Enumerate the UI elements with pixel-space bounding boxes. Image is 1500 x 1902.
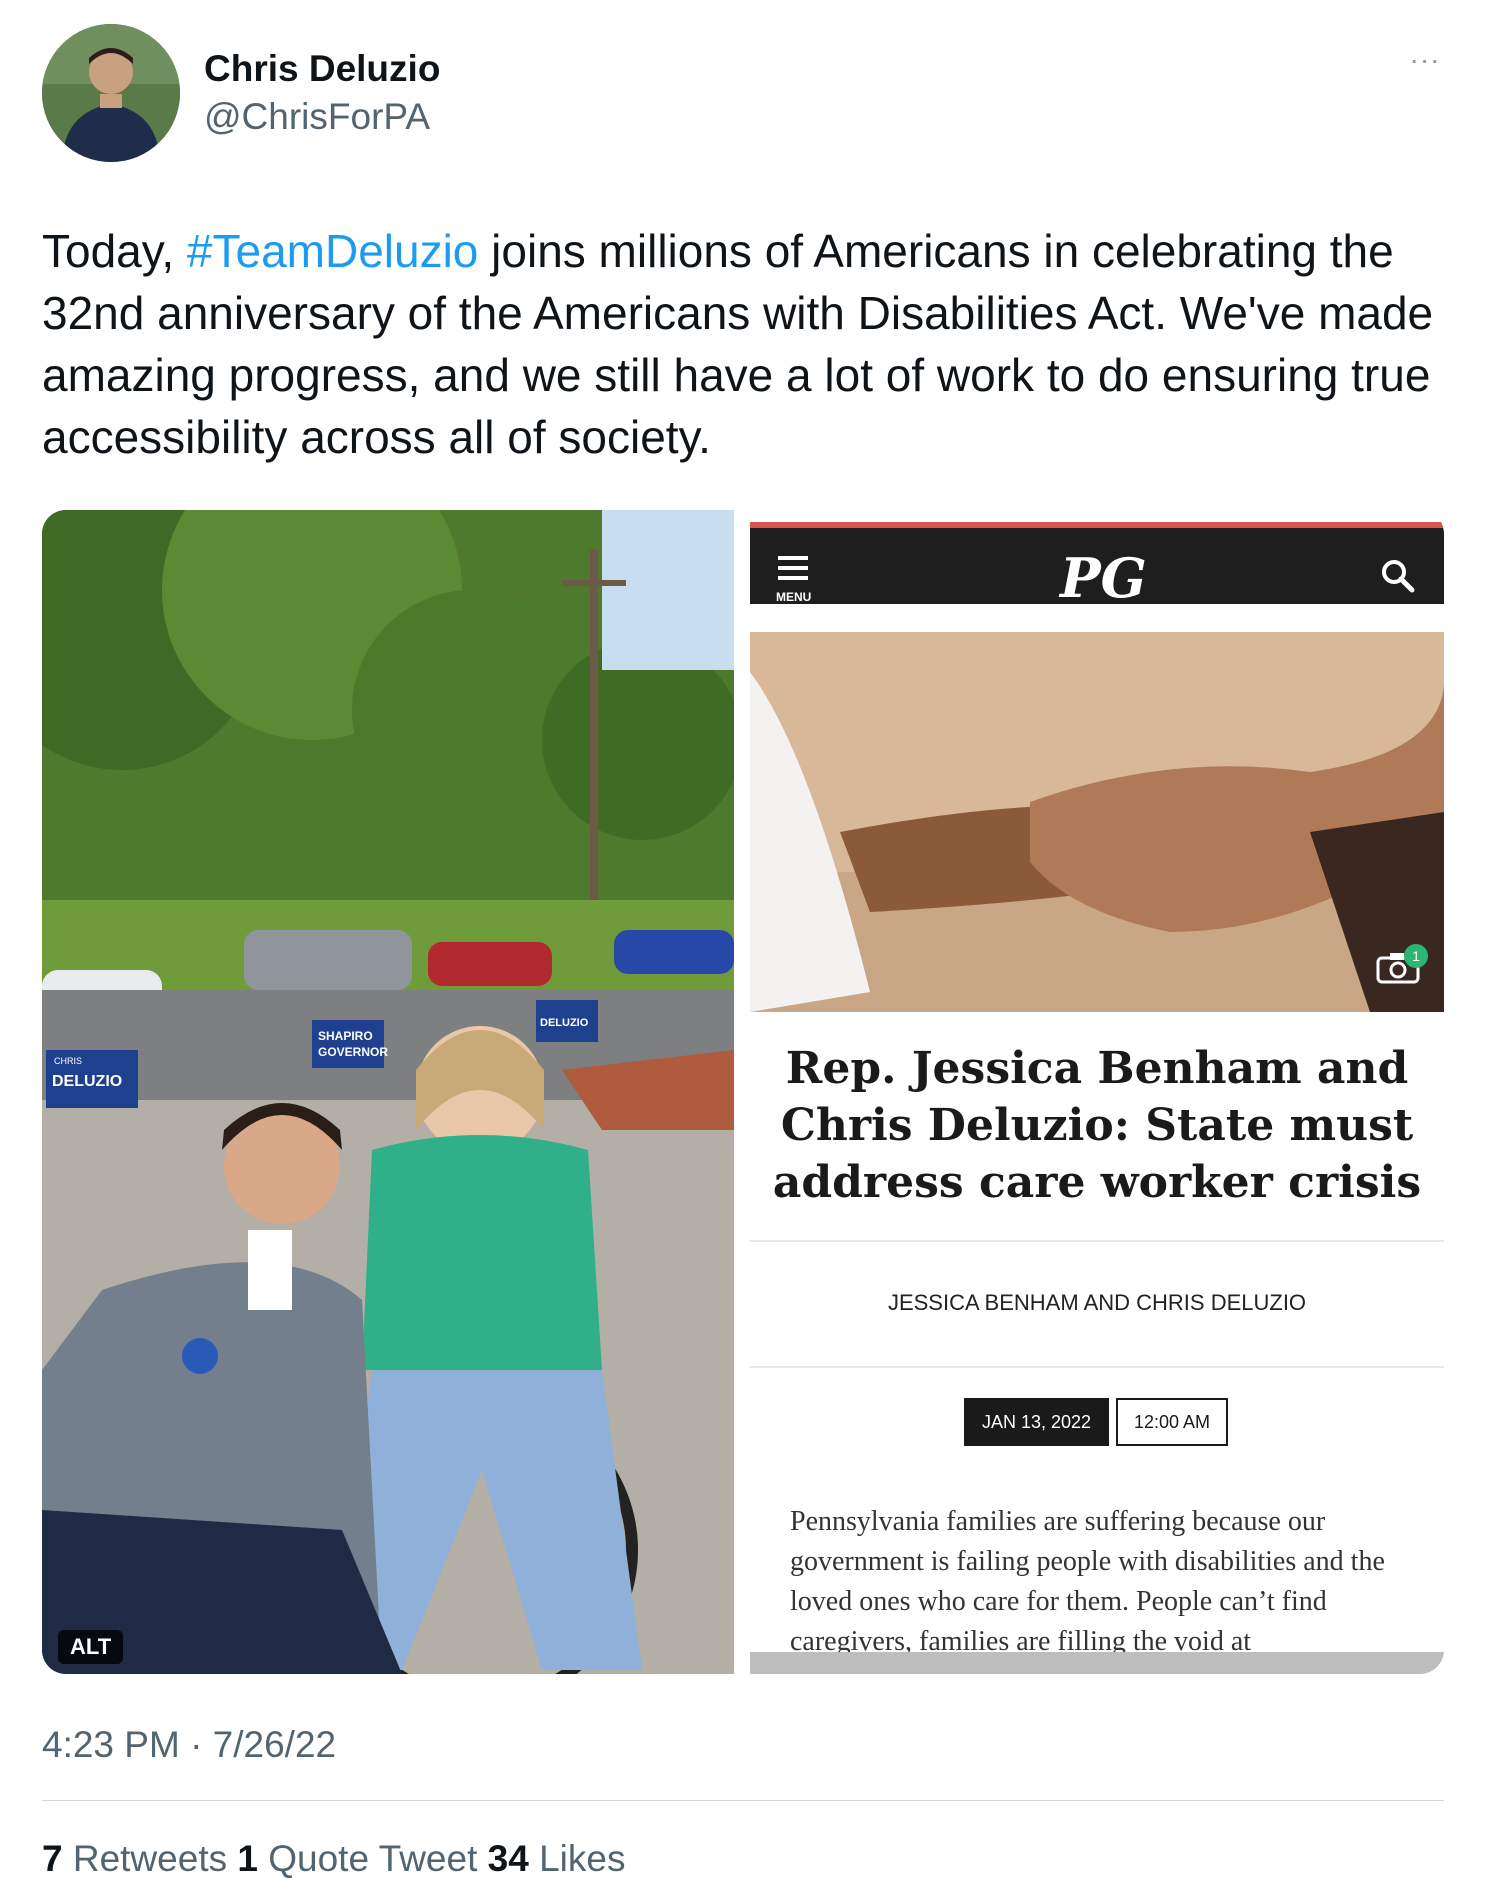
menu-label: MENU xyxy=(776,590,812,604)
avatar-photo xyxy=(42,24,180,162)
article-title: Rep. Jessica Benham and Chris Deluzio: S… xyxy=(772,1043,1422,1208)
scroll-shade xyxy=(750,1652,1444,1674)
tweet-text: Today, #TeamDeluzio joins millions of Am… xyxy=(42,220,1462,468)
likes-link[interactable]: 34 Likes xyxy=(488,1838,626,1879)
pg-logo: PG xyxy=(1060,546,1147,610)
sign-1-small: CHRIS xyxy=(54,1056,82,1066)
retweets-label: Retweets xyxy=(72,1838,228,1879)
more-options-button[interactable]: ··· xyxy=(1404,46,1446,76)
pg-header-bar: MENU PG xyxy=(750,522,1444,610)
media-photo-left[interactable]: CHRIS DELUZIO SHAPIRO GOVERNOR DELUZIO A… xyxy=(42,510,734,1674)
author-name[interactable]: Chris Deluzio xyxy=(204,48,440,90)
photo-count-badge: 1 xyxy=(1404,944,1428,968)
alt-text-badge[interactable]: ALT xyxy=(58,1630,124,1664)
tweet-media: CHRIS DELUZIO SHAPIRO GOVERNOR DELUZIO A… xyxy=(42,510,1444,1674)
sign-2-line2: GOVERNOR xyxy=(318,1045,388,1059)
menu-icon xyxy=(778,556,808,586)
hashtag-link[interactable]: #TeamDeluzio xyxy=(187,225,478,277)
sign-3-text: DELUZIO xyxy=(540,1017,589,1029)
likes-count: 34 xyxy=(487,1838,529,1879)
author-handle[interactable]: @ChrisForPA xyxy=(204,96,430,138)
likes-label: Likes xyxy=(539,1838,626,1879)
avatar[interactable] xyxy=(42,24,180,162)
article-body: Pennsylvania families are suffering beca… xyxy=(790,1506,1385,1657)
quote-tweets-label: Quote Tweet xyxy=(268,1838,478,1879)
engagement-stats: 7 Retweets 1 Quote Tweet 34 Likes xyxy=(42,1838,625,1880)
search-icon xyxy=(1382,560,1415,593)
holding-hands-image xyxy=(750,632,1444,1012)
divider xyxy=(750,1366,1444,1368)
quote-tweets-count: 1 xyxy=(237,1838,258,1879)
tweet-text-start: Today, xyxy=(42,225,187,277)
divider xyxy=(42,1800,1444,1801)
sign-1-text: DELUZIO xyxy=(52,1073,122,1090)
tweet-timestamp[interactable]: 4:23 PM · 7/26/22 xyxy=(42,1724,336,1766)
divider xyxy=(750,1240,1444,1242)
retweets-count: 7 xyxy=(42,1838,63,1879)
quote-tweets-link[interactable]: 1 Quote Tweet xyxy=(237,1838,477,1879)
article-byline: JESSICA BENHAM AND CHRIS DELUZIO xyxy=(887,1290,1307,1315)
retweets-link[interactable]: 7 Retweets xyxy=(42,1838,227,1879)
article-date: JAN 13, 2022 xyxy=(964,1398,1110,1446)
article-time: 12:00 AM xyxy=(1116,1398,1229,1446)
article-image xyxy=(750,632,1444,1012)
media-article-screenshot[interactable]: MENU PG 1 Rep. Jessica Benham and Chris … xyxy=(750,510,1444,1674)
campaign-photo: CHRIS DELUZIO SHAPIRO GOVERNOR DELUZIO xyxy=(42,510,734,1674)
sign-2-line1: SHAPIRO xyxy=(318,1029,373,1043)
